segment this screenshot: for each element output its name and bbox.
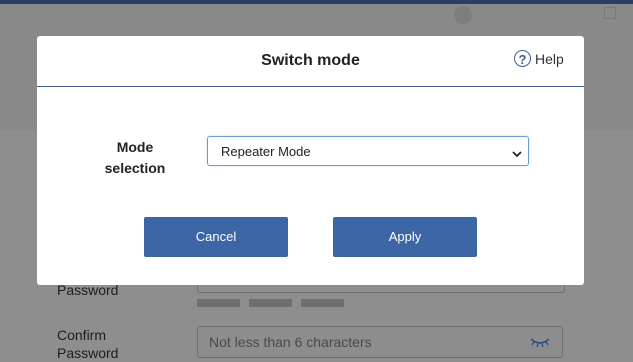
apply-button[interactable]: Apply	[333, 217, 477, 257]
help-label: Help	[535, 50, 564, 67]
mode-select-value: Repeater Mode	[221, 144, 311, 159]
question-circle-icon: ?	[514, 50, 531, 67]
confirm-password-field: Not less than 6 characters	[197, 326, 563, 358]
cancel-button[interactable]: Cancel	[144, 217, 288, 257]
dialog-title: Switch mode	[261, 52, 360, 69]
confirm-password-placeholder: Not less than 6 characters	[209, 334, 372, 350]
mode-label-line2: selection	[104, 160, 166, 176]
confirm-label-line2: Password	[57, 345, 119, 361]
user-avatar-icon	[454, 6, 472, 24]
mode-label-line1: Mode	[116, 139, 154, 155]
confirm-label-line1: Confirm	[57, 327, 107, 343]
dialog-header: Switch mode ? Help	[37, 36, 584, 87]
confirm-password-label: Confirm Password	[57, 326, 118, 362]
switch-mode-dialog: Switch mode ? Help Mode selection Repeat…	[37, 36, 584, 285]
window-icon	[604, 7, 616, 19]
strength-bar-1	[197, 299, 240, 307]
strength-bar-2	[249, 299, 292, 307]
chevron-down-icon	[512, 146, 522, 164]
mode-selection-label: Mode selection	[97, 137, 173, 179]
strength-bar-3	[301, 299, 344, 307]
help-link[interactable]: ? Help	[514, 50, 564, 67]
eye-closed-icon	[530, 335, 550, 354]
mode-select[interactable]: Repeater Mode	[207, 136, 529, 166]
